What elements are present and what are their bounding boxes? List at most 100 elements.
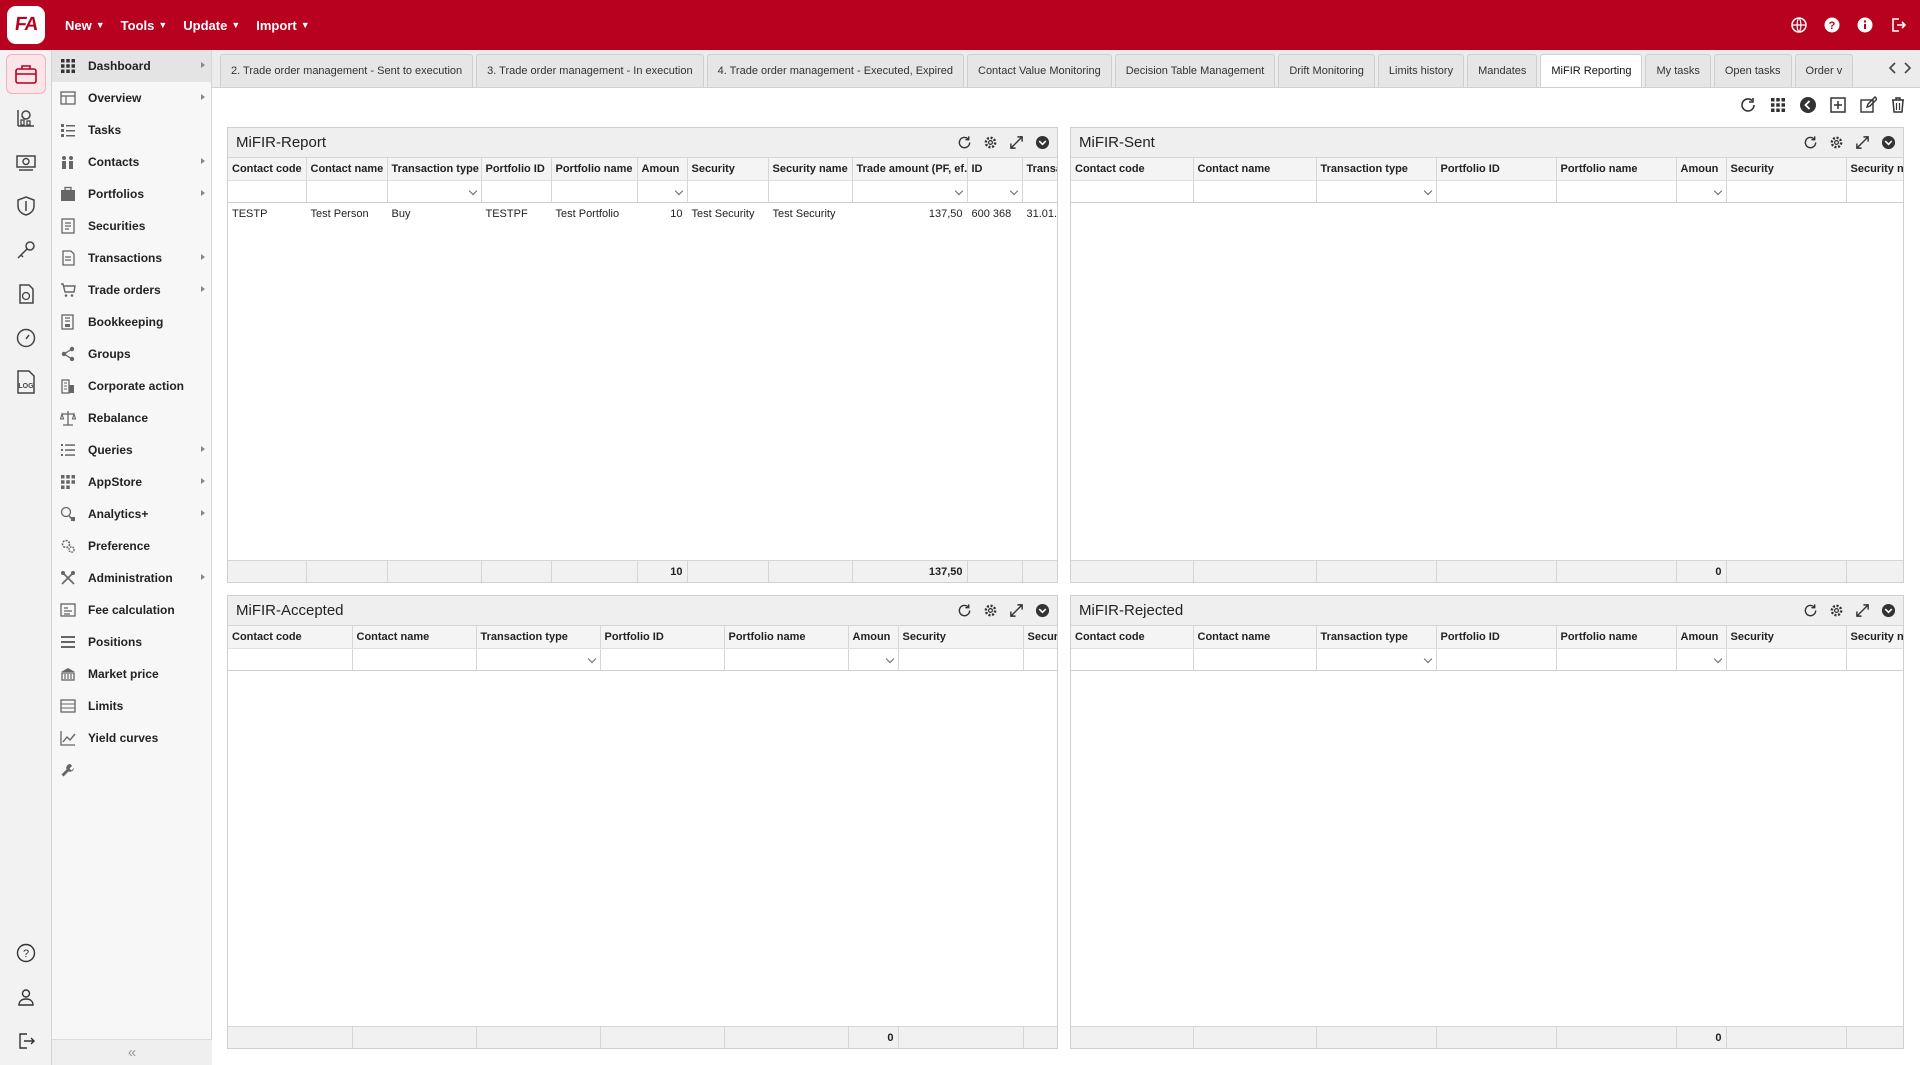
table-row[interactable]: TESTP Test Person Buy TESTPF Test Portfolio 1… xyxy=(228,202,1057,226)
chevron-down-icon[interactable] xyxy=(1423,654,1432,663)
column-filter-input[interactable] xyxy=(768,180,853,203)
column-filter-input[interactable] xyxy=(1316,180,1437,203)
menu-tools[interactable]: Tools ▼ xyxy=(121,18,168,33)
column-filter-input[interactable] xyxy=(1726,180,1847,203)
column-filter-input[interactable] xyxy=(1556,648,1677,671)
sidebar-item-appstore[interactable]: AppStore xyxy=(52,466,211,498)
column-filter-input[interactable] xyxy=(1023,648,1057,671)
column-filter-input[interactable] xyxy=(600,648,725,671)
info-icon[interactable] xyxy=(1855,15,1875,35)
settings-gear-icon[interactable] xyxy=(981,602,999,620)
column-header[interactable]: Portfolio ID xyxy=(481,158,552,181)
column-header[interactable]: Portfolio name xyxy=(1556,626,1677,649)
column-filter-input[interactable] xyxy=(1071,648,1194,671)
column-filter-input[interactable] xyxy=(1436,180,1557,203)
column-filter-input[interactable] xyxy=(1193,180,1317,203)
column-header[interactable]: Portfolio name xyxy=(551,158,638,181)
chevron-down-icon[interactable] xyxy=(587,654,596,663)
column-filter-input[interactable] xyxy=(852,180,968,203)
column-header[interactable]: Security xyxy=(1726,158,1847,181)
column-header[interactable]: Transaction type xyxy=(476,626,601,649)
column-filter-input[interactable] xyxy=(551,180,638,203)
column-filter-input[interactable] xyxy=(1316,648,1437,671)
trash-icon[interactable] xyxy=(1888,95,1908,115)
column-header[interactable]: Transaction type xyxy=(387,158,482,181)
sidebar-item-securities[interactable]: Securities xyxy=(52,210,211,242)
tab-mifir-reporting[interactable]: MiFIR Reporting xyxy=(1540,54,1643,87)
column-header[interactable]: Transaction type xyxy=(1316,158,1437,181)
log-icon[interactable]: LOG xyxy=(6,362,46,402)
column-header[interactable]: Contact name xyxy=(1193,626,1317,649)
chevron-down-icon[interactable] xyxy=(1009,186,1018,195)
sidebar-item-positions[interactable]: Positions xyxy=(52,626,211,658)
collapse-circle-icon[interactable] xyxy=(1879,602,1897,620)
refresh-icon[interactable] xyxy=(1801,602,1819,620)
column-filter-input[interactable] xyxy=(637,180,688,203)
column-filter-input[interactable] xyxy=(387,180,482,203)
column-filter-input[interactable] xyxy=(228,180,307,203)
tab-limits-history[interactable]: Limits history xyxy=(1377,54,1465,87)
tab-drift-monitoring[interactable]: Drift Monitoring xyxy=(1278,54,1375,87)
column-header[interactable]: Trade amount (PF, ef. xyxy=(852,158,968,181)
expand-icon[interactable] xyxy=(1007,602,1025,620)
tab-3-trade-order-management-in-execution[interactable]: 3. Trade order management - In execution xyxy=(476,54,704,87)
sidebar-item-contacts[interactable]: Contacts xyxy=(52,146,211,178)
menu-new[interactable]: New ▼ xyxy=(65,18,105,33)
column-header[interactable]: Security xyxy=(1726,626,1847,649)
chevron-down-icon[interactable] xyxy=(1423,186,1432,195)
briefcase-icon[interactable] xyxy=(6,54,46,94)
globe-icon[interactable] xyxy=(1789,15,1809,35)
column-header[interactable]: Contact code xyxy=(1071,626,1194,649)
column-filter-input[interactable] xyxy=(687,180,769,203)
column-filter-input[interactable] xyxy=(481,180,552,203)
help-icon[interactable]: ? xyxy=(1822,15,1842,35)
column-filter-input[interactable] xyxy=(1022,180,1057,203)
sign-out-icon[interactable] xyxy=(6,1021,46,1061)
column-header[interactable]: Portfolio ID xyxy=(600,626,725,649)
chevron-right-icon[interactable] xyxy=(1900,60,1914,76)
add-widget-icon[interactable] xyxy=(1828,95,1848,115)
menu-update[interactable]: Update ▼ xyxy=(183,18,240,33)
expand-icon[interactable] xyxy=(1853,602,1871,620)
tab-4-trade-order-management-executed-expired[interactable]: 4. Trade order management - Executed, Ex… xyxy=(706,54,964,87)
refresh-icon[interactable] xyxy=(955,134,973,152)
money-icon[interactable] xyxy=(6,142,46,182)
tab-contact-value-monitoring[interactable]: Contact Value Monitoring xyxy=(967,54,1112,87)
column-header[interactable]: Amoun xyxy=(1676,626,1727,649)
collapse-sidebar-button[interactable]: « xyxy=(52,1039,212,1065)
menu-import[interactable]: Import ▼ xyxy=(256,18,309,33)
column-header[interactable]: Portfolio name xyxy=(1556,158,1677,181)
column-filter-input[interactable] xyxy=(967,180,1023,203)
column-header[interactable]: Security name xyxy=(1846,626,1903,649)
column-filter-input[interactable] xyxy=(1676,180,1727,203)
collapse-circle-icon[interactable] xyxy=(1033,602,1051,620)
column-filter-input[interactable] xyxy=(352,648,477,671)
settings-gear-icon[interactable] xyxy=(1827,602,1845,620)
column-header[interactable]: Amoun xyxy=(637,158,688,181)
sidebar-item-limits[interactable]: Limits xyxy=(52,690,211,722)
collapse-circle-icon[interactable] xyxy=(1033,134,1051,152)
column-filter-input[interactable] xyxy=(1193,648,1317,671)
column-filter-input[interactable] xyxy=(1846,648,1903,671)
edit-icon[interactable] xyxy=(1858,95,1878,115)
sidebar-item-tasks[interactable]: Tasks xyxy=(52,114,211,146)
column-header[interactable]: Security xyxy=(898,626,1024,649)
sidebar-item-queries[interactable]: Queries xyxy=(52,434,211,466)
tab-open-tasks[interactable]: Open tasks xyxy=(1713,54,1792,87)
column-filter-input[interactable] xyxy=(1676,648,1727,671)
sidebar-item-corporate-action[interactable]: Corporate action xyxy=(52,370,211,402)
settings-gear-icon[interactable] xyxy=(981,134,999,152)
expand-icon[interactable] xyxy=(1007,134,1025,152)
sidebar-item-transactions[interactable]: Transactions xyxy=(52,242,211,274)
tab-mandates[interactable]: Mandates xyxy=(1467,54,1538,87)
chevron-down-icon[interactable] xyxy=(885,654,894,663)
shield-icon[interactable] xyxy=(6,186,46,226)
sidebar-item-dashboard[interactable]: Dashboard xyxy=(52,50,211,82)
column-header[interactable]: Security name xyxy=(768,158,853,181)
sidebar-item-analytics[interactable]: Analytics+ xyxy=(52,498,211,530)
expand-icon[interactable] xyxy=(1853,134,1871,152)
column-header[interactable]: Contact name xyxy=(1193,158,1317,181)
sidebar-item-administration[interactable]: Administration xyxy=(52,562,211,594)
sidebar-item-fee-calculation[interactable]: Fee calculation xyxy=(52,594,211,626)
column-header[interactable]: Amoun xyxy=(848,626,899,649)
